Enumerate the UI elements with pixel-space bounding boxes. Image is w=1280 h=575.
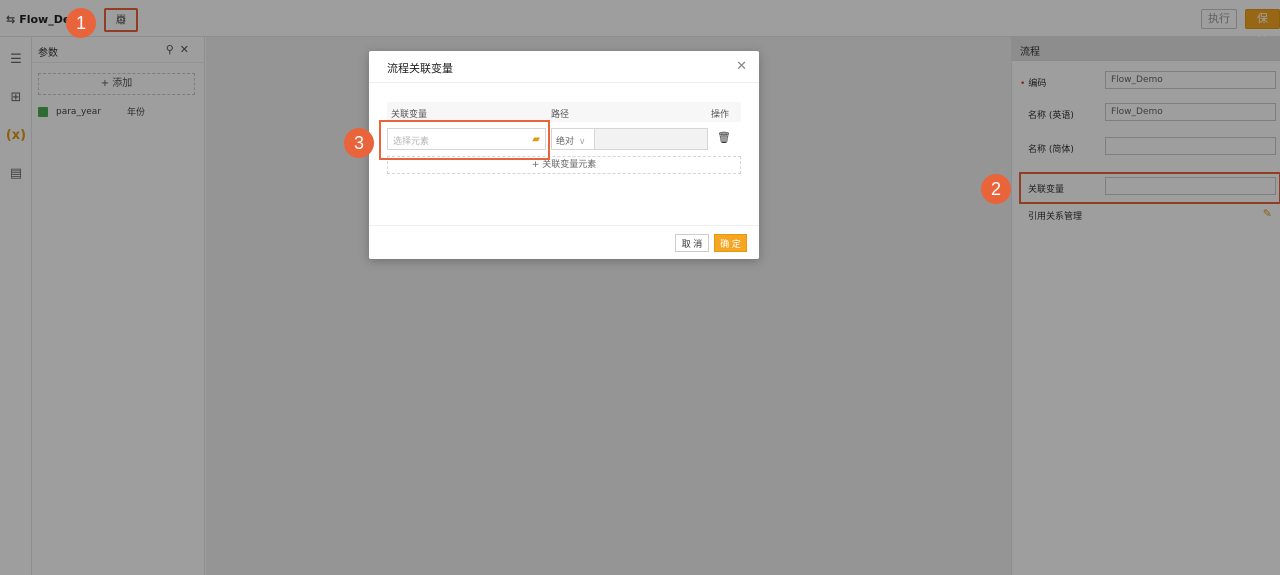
col-variable: 关联变量 <box>391 110 428 120</box>
dialog-header: 流程关联变量 ✕ <box>369 51 759 83</box>
cancel-button[interactable]: 取 消 <box>675 234 709 252</box>
linked-variable-dialog: 流程关联变量 ✕ 关联变量 路径 操作 选择元素 ▰ 绝对 ∨ 🗑 + 关联变量… <box>369 51 759 259</box>
highlight-select-element <box>379 120 550 160</box>
chevron-down-icon: ∨ <box>578 137 586 147</box>
dialog-title: 流程关联变量 <box>387 62 453 75</box>
ok-button[interactable]: 确 定 <box>714 234 747 252</box>
step-badge-2: 2 <box>981 174 1011 204</box>
step-badge-3: 3 <box>344 128 374 158</box>
col-path: 路径 <box>551 110 570 120</box>
col-action: 操作 <box>711 110 730 120</box>
variable-table-header: 关联变量 路径 操作 <box>387 102 741 122</box>
close-icon[interactable]: ✕ <box>736 59 747 74</box>
path-input[interactable] <box>595 128 708 150</box>
step-badge-1: 1 <box>66 8 96 38</box>
dialog-footer: 取 消 确 定 <box>369 225 759 259</box>
trash-icon[interactable]: 🗑 <box>717 131 731 144</box>
path-mode-select[interactable]: 绝对 ∨ <box>551 128 595 150</box>
